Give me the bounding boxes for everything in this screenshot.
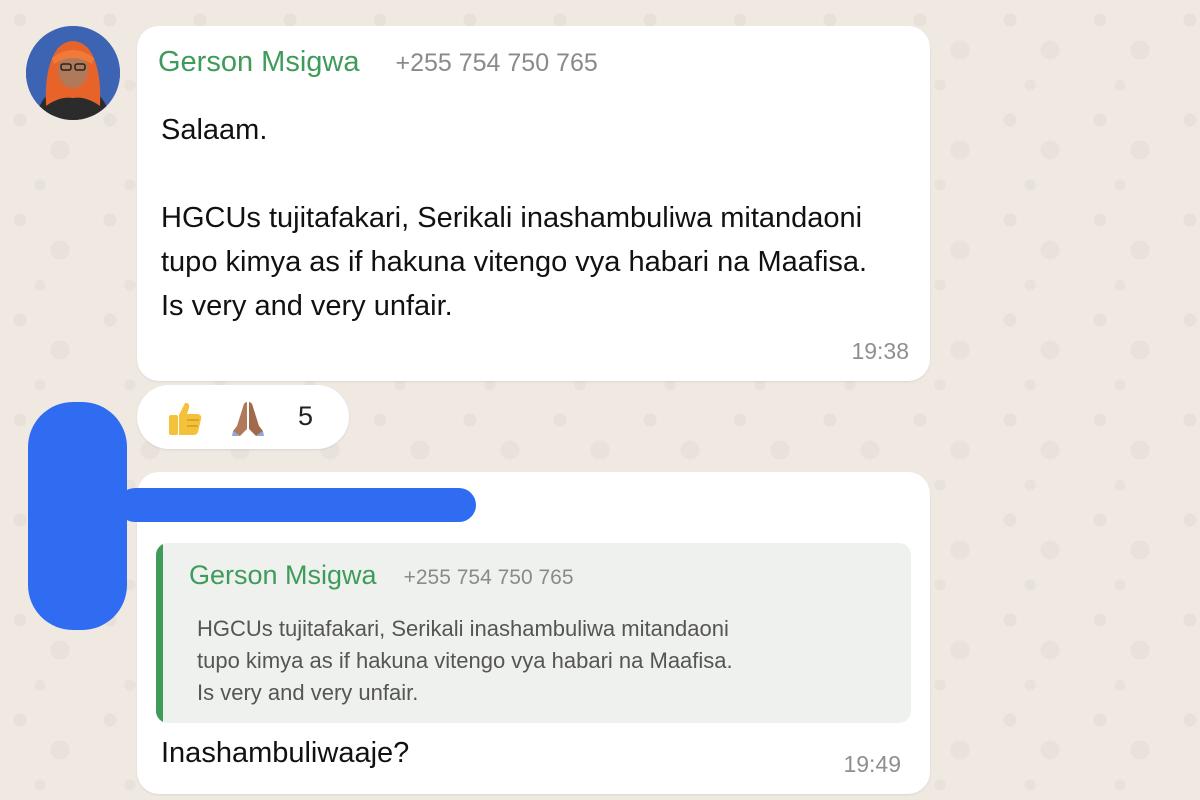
reaction-count: 5 (298, 401, 314, 431)
quoted-line: HGCUs tujitafakari, Serikali inashambuli… (197, 616, 729, 641)
folded-hands-emoji-icon (232, 402, 264, 436)
message-text: Salaam. HGCUs tujitafakari, Serikali ina… (161, 108, 921, 328)
redaction-stroke (118, 488, 476, 522)
message-header: Gerson Msigwa +255 754 750 765 (158, 46, 598, 79)
quoted-text: HGCUs tujitafakari, Serikali inashambuli… (197, 613, 897, 709)
sender-avatar[interactable] (26, 26, 120, 120)
message-line: HGCUs tujitafakari, Serikali inashambuli… (161, 202, 863, 234)
quoted-header: Gerson Msigwa +255 754 750 765 (189, 560, 574, 591)
thumbs-up-emoji-icon (169, 402, 202, 435)
avatar-portrait-image (26, 26, 120, 120)
quoted-sender-name: Gerson Msigwa (189, 560, 377, 590)
quote-accent-bar (156, 543, 163, 723)
reactions-pill[interactable]: 5 (137, 385, 349, 449)
reply-timestamp: 19:49 (843, 751, 901, 777)
message-timestamp: 19:38 (851, 338, 909, 364)
message-bubble-incoming[interactable]: Gerson Msigwa +255 754 750 765 Salaam. H… (137, 26, 930, 381)
reply-text: Inashambuliwaaje? (161, 737, 410, 769)
message-line: Is very and very unfair. (161, 290, 453, 322)
message-line: Salaam. (161, 114, 268, 146)
sender-phone[interactable]: +255 754 750 765 (395, 49, 597, 78)
redaction-blob (28, 402, 127, 630)
quoted-sender-phone: +255 754 750 765 (403, 566, 574, 589)
message-line: tupo kimya as if hakuna vitengo vya haba… (161, 246, 868, 278)
quoted-line: Is very and very unfair. (197, 680, 419, 705)
quoted-line: tupo kimya as if hakuna vitengo vya haba… (197, 648, 733, 673)
sender-name[interactable]: Gerson Msigwa (158, 46, 359, 79)
quoted-message[interactable]: Gerson Msigwa +255 754 750 765 HGCUs tuj… (156, 543, 911, 723)
